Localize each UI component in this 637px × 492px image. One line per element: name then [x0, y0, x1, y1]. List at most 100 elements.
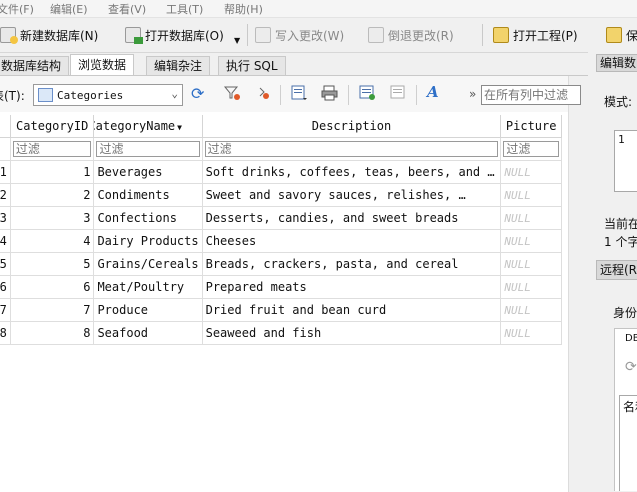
table-icon	[38, 88, 53, 102]
cell-picture[interactable]: NULL	[500, 252, 562, 276]
cell-description[interactable]: Dried fruit and bean curd	[202, 298, 502, 322]
cell-categoryname[interactable]: Grains/Cereals	[93, 252, 203, 276]
cell-picture[interactable]: NULL	[500, 275, 562, 299]
cell-categoryid[interactable]: 4	[10, 229, 95, 253]
refresh-icon[interactable]: ⟳	[625, 359, 637, 375]
cell-categoryid[interactable]: 6	[10, 275, 95, 299]
print-icon[interactable]	[321, 85, 339, 101]
data-grid: CategoryID CategoryName ▼ Description Pic…	[0, 115, 568, 492]
cell-description[interactable]: Desserts, candies, and sweet breads	[202, 206, 502, 230]
table-row[interactable]: 7 7 Produce Dried fruit and bean curd NU…	[0, 298, 562, 322]
chevron-down-icon: ⌄	[171, 87, 178, 100]
filter-input-categoryname[interactable]	[96, 141, 200, 157]
cell-categoryid[interactable]: 2	[10, 183, 95, 207]
cell-categoryid[interactable]: 8	[10, 321, 95, 345]
db-tab-label[interactable]: DB	[625, 333, 637, 344]
filter-input-categoryid[interactable]	[12, 141, 92, 157]
sort-descending-icon: ▼	[177, 123, 182, 132]
tab-execute-sql[interactable]: 执行 SQL	[218, 56, 286, 75]
cell-description[interactable]: Cheeses	[202, 229, 502, 253]
row-number[interactable]: 7	[0, 298, 11, 322]
cell-categoryname[interactable]: Dairy Products	[93, 229, 203, 253]
open-database-dropdown-icon[interactable]: ▼	[234, 36, 240, 45]
cell-categoryid[interactable]: 7	[10, 298, 95, 322]
cell-description[interactable]: Breads, crackers, pasta, and cereal	[202, 252, 502, 276]
cell-categoryname[interactable]: Seafood	[93, 321, 203, 345]
text-format-icon[interactable]: A	[427, 83, 445, 101]
table-row[interactable]: 1 1 Beverages Soft drinks, coffees, teas…	[0, 160, 562, 184]
row-number[interactable]: 8	[0, 321, 11, 345]
new-database-button[interactable]: 新建数据库(N)	[0, 24, 98, 46]
revert-changes-icon	[368, 27, 384, 43]
open-database-button[interactable]: 打开数据库(O)	[125, 24, 224, 46]
more-toolbar-icon[interactable]: »	[469, 87, 476, 101]
tab-edit-pragmas[interactable]: 编辑杂注	[146, 56, 211, 75]
edit-cell-title: 编辑数	[596, 54, 637, 72]
cell-description[interactable]: Prepared meats	[202, 275, 502, 299]
filter-input-picture[interactable]	[503, 141, 559, 157]
toolbar-separator	[416, 85, 417, 105]
cell-categoryid[interactable]: 1	[10, 160, 95, 184]
menu-edit[interactable]: 编辑(E)	[50, 1, 88, 17]
refresh-icon[interactable]: ⟳	[191, 84, 209, 103]
cell-picture[interactable]: NULL	[500, 298, 562, 322]
filter-input-description[interactable]	[204, 141, 499, 157]
cell-categoryname[interactable]: Meat/Poultry	[93, 275, 203, 299]
delete-record-icon[interactable]	[390, 85, 408, 101]
table-select[interactable]: Categories ⌄	[33, 84, 183, 106]
menu-help[interactable]: 帮助(H)	[224, 1, 263, 17]
table-row[interactable]: 3 3 Confections Desserts, candies, and s…	[0, 206, 562, 230]
save-project-button[interactable]: 保	[606, 24, 637, 46]
menu-file[interactable]: 文件(F)	[0, 1, 34, 17]
panel-splitter[interactable]	[588, 52, 596, 491]
tab-database-structure[interactable]: 数据库结构	[0, 56, 70, 75]
cell-description[interactable]: Seaweed and fish	[202, 321, 502, 345]
cell-categoryname[interactable]: Beverages	[93, 160, 203, 184]
cell-picture[interactable]: NULL	[500, 206, 562, 230]
column-header-categoryname[interactable]: CategoryName ▼	[93, 115, 203, 138]
column-header-description[interactable]: Description	[202, 115, 502, 138]
filter-all-input[interactable]	[481, 85, 581, 105]
row-number[interactable]: 3	[0, 206, 11, 230]
row-number[interactable]: 4	[0, 229, 11, 253]
edit-cell-panel: 编辑数 模式: 1 当前在 1 个字 远程(R 身份 DB ⟳ 名和	[596, 52, 637, 491]
table-row[interactable]: 8 8 Seafood Seaweed and fish NULL	[0, 321, 562, 345]
cell-categoryname[interactable]: Condiments	[93, 183, 203, 207]
table-select-value: Categories	[57, 88, 124, 102]
cell-categoryname[interactable]: Confections	[93, 206, 203, 230]
cell-picture[interactable]: NULL	[500, 229, 562, 253]
row-number[interactable]: 2	[0, 183, 11, 207]
cell-categoryid[interactable]: 5	[10, 252, 95, 276]
revert-changes-button[interactable]: 倒退更改(R)	[368, 24, 454, 46]
cell-value-editor[interactable]: 1	[614, 130, 637, 192]
cell-picture[interactable]: NULL	[500, 160, 562, 184]
cell-categoryid[interactable]: 3	[10, 206, 95, 230]
menu-tools[interactable]: 工具(T)	[166, 1, 203, 17]
name-column-header: 名和	[623, 400, 637, 414]
row-number[interactable]: 1	[0, 160, 11, 184]
cell-categoryname[interactable]: Produce	[93, 298, 203, 322]
column-header-picture[interactable]: Picture	[500, 115, 562, 138]
cell-picture[interactable]: NULL	[500, 321, 562, 345]
row-number[interactable]: 5	[0, 252, 11, 276]
table-row[interactable]: 2 2 Condiments Sweet and savory sauces, …	[0, 183, 562, 207]
save-view-icon[interactable]	[290, 85, 308, 101]
revert-changes-label: 倒退更改(R)	[388, 28, 454, 43]
cell-picture[interactable]: NULL	[500, 183, 562, 207]
clear-sort-icon[interactable]	[255, 85, 273, 101]
table-row[interactable]: 5 5 Grains/Cereals Breads, crackers, pas…	[0, 252, 562, 276]
cell-description[interactable]: Soft drinks, coffees, teas, beers, and …	[202, 160, 502, 184]
row-number[interactable]: 6	[0, 275, 11, 299]
write-changes-button[interactable]: 写入更改(W)	[255, 24, 344, 46]
insert-record-icon[interactable]	[359, 85, 377, 101]
cell-description[interactable]: Sweet and savory sauces, relishes, …	[202, 183, 502, 207]
column-header-categoryid[interactable]: CategoryID	[10, 115, 95, 138]
table-row[interactable]: 6 6 Meat/Poultry Prepared meats NULL	[0, 275, 562, 299]
table-row[interactable]: 4 4 Dairy Products Cheeses NULL	[0, 229, 562, 253]
tab-browse-data[interactable]: 浏览数据	[70, 54, 135, 76]
clear-filters-icon[interactable]	[223, 85, 241, 101]
open-project-button[interactable]: 打开工程(P)	[493, 24, 578, 46]
filter-cell-picture	[500, 137, 562, 161]
save-project-label: 保	[626, 28, 637, 43]
menu-view[interactable]: 查看(V)	[108, 1, 146, 17]
